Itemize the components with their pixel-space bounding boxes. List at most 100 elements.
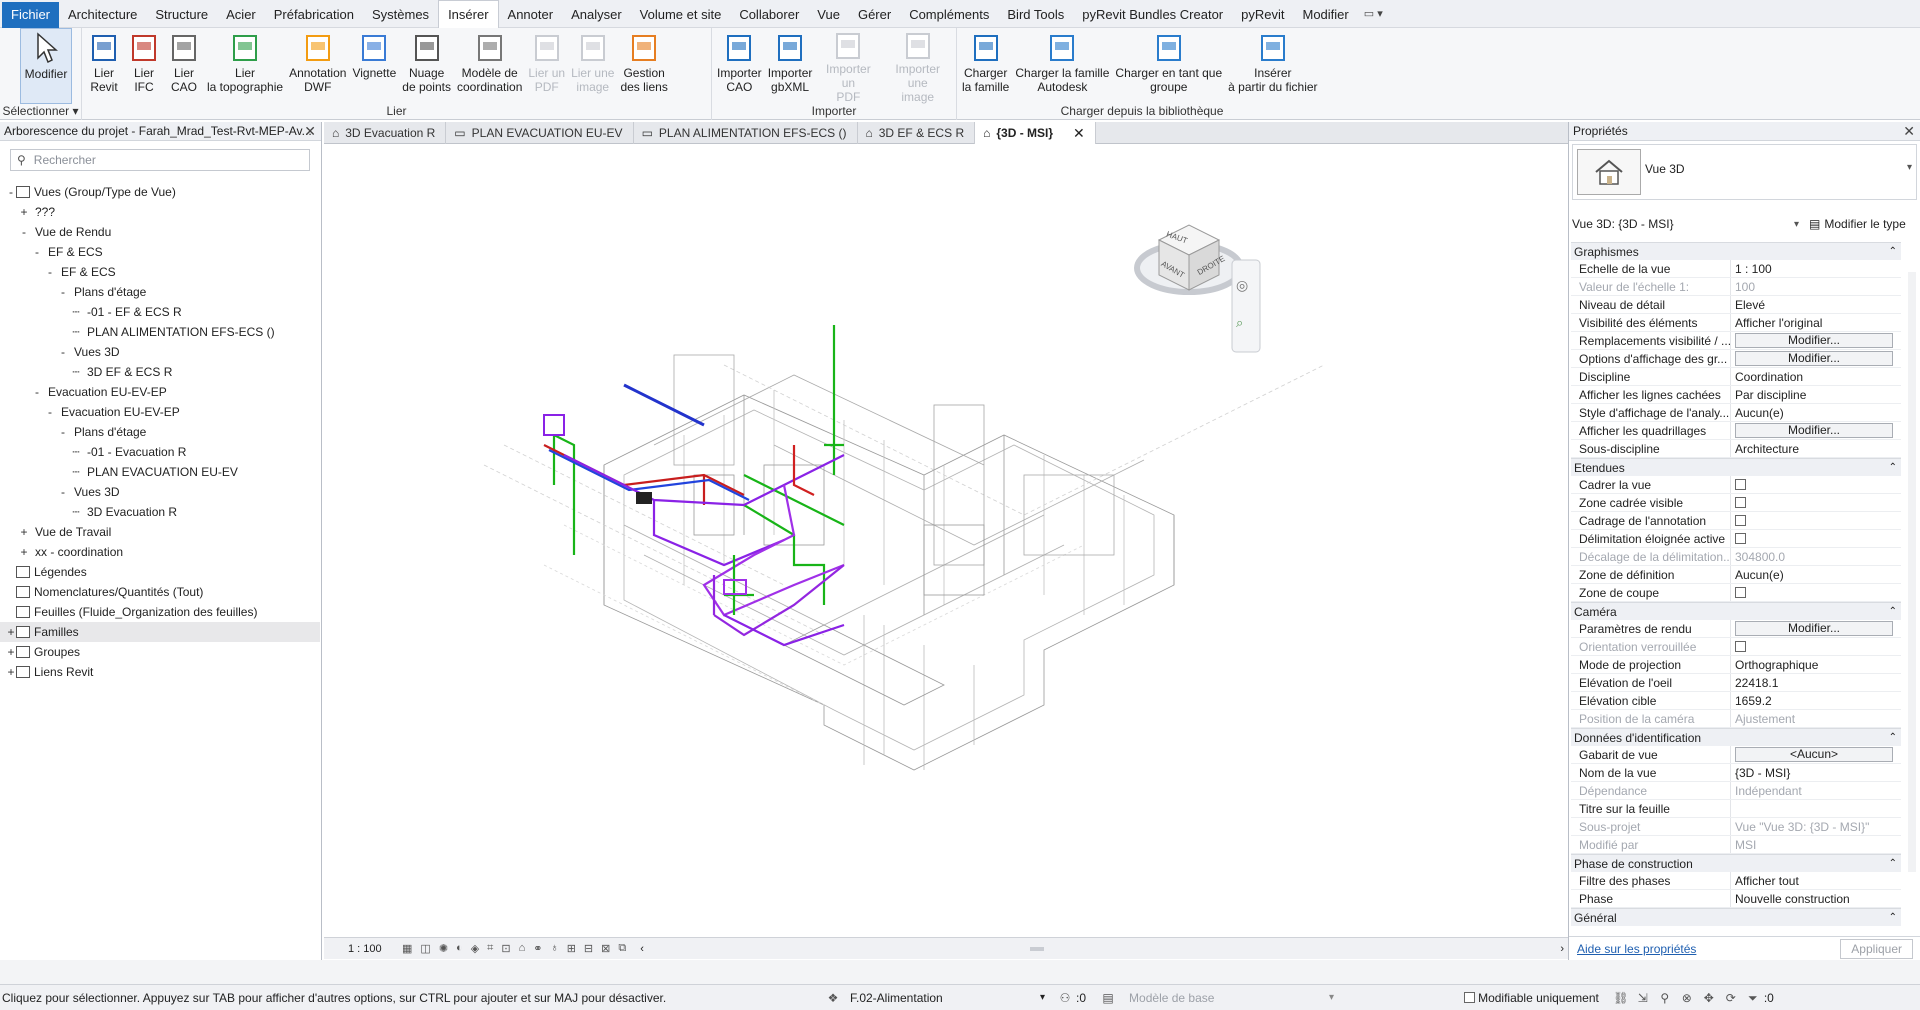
property-group-header[interactable]: Graphismes ⌃: [1571, 242, 1901, 260]
apply-button[interactable]: Appliquer: [1840, 938, 1913, 959]
tree-node[interactable]: ┄ 3D EF & ECS R: [0, 362, 320, 382]
reveal-hidden-icon[interactable]: ♁: [550, 942, 558, 955]
collapse-icon[interactable]: ⌃: [1889, 603, 1897, 621]
property-checkbox[interactable]: [1735, 533, 1746, 544]
properties-help-link[interactable]: Aide sur les propriétés: [1577, 942, 1696, 956]
collapse-icon[interactable]: -: [45, 262, 55, 282]
collapse-icon[interactable]: ⌃: [1889, 459, 1897, 477]
type-selector[interactable]: Vue 3D ▾: [1572, 144, 1917, 200]
menu-item-10[interactable]: Collaborer: [730, 2, 808, 28]
property-checkbox[interactable]: [1735, 497, 1746, 508]
show-crop-icon[interactable]: ⊡: [501, 942, 510, 955]
property-value[interactable]: Orthographique: [1731, 656, 1901, 673]
ribbon-toggle-control[interactable]: ▭ ▾: [1358, 7, 1389, 20]
insert-from-file-button[interactable]: Insérer à partir du fichier: [1225, 28, 1320, 104]
pdf-button[interactable]: Lier un PDF: [525, 28, 568, 104]
tree-node[interactable]: ┄ PLAN EVACUATION EU-EV: [0, 462, 320, 482]
edit-type-button[interactable]: Modifier le type: [1824, 217, 1905, 231]
collapse-icon[interactable]: -: [58, 422, 68, 442]
worksharing-display-icon[interactable]: ⊞: [567, 942, 576, 955]
tree-node[interactable]: + Liens Revit: [0, 662, 320, 682]
menu-item-4[interactable]: Préfabrication: [265, 2, 363, 28]
menu-item-17[interactable]: Modifier: [1294, 2, 1358, 28]
property-value[interactable]: 1659.2: [1731, 692, 1901, 709]
cad-button[interactable]: Lier CAO: [164, 28, 204, 104]
coordination-model-button[interactable]: Modèle de coordination: [454, 28, 525, 104]
instance-selector[interactable]: Vue 3D: {3D - MSI} ▾ ▤ Modifier le type: [1572, 214, 1917, 234]
properties-scrollbar[interactable]: [1908, 272, 1916, 872]
render-icon[interactable]: ◈: [471, 942, 479, 955]
tree-node[interactable]: - Evacuation EU-EV-EP: [0, 402, 320, 422]
tree-node[interactable]: - Plans d'étage: [0, 422, 320, 442]
design-option-selector[interactable]: Modèle de base: [1129, 991, 1329, 1005]
view-tab[interactable]: ⌂ 3D Evacuation R: [324, 122, 447, 144]
collapse-icon[interactable]: ⌃: [1889, 243, 1897, 261]
unlocked-3d-icon[interactable]: ⌂: [519, 942, 526, 955]
expand-icon[interactable]: +: [6, 622, 16, 642]
topography-button[interactable]: Lier la topographie: [204, 28, 286, 104]
crop-view-icon[interactable]: ⌗: [487, 942, 493, 955]
constraints-icon[interactable]: ⧉: [618, 942, 626, 955]
import-gbxml-button[interactable]: Importer gbXML: [765, 28, 816, 104]
menu-item-3[interactable]: Acier: [217, 2, 265, 28]
property-edit-button[interactable]: Modifier...: [1735, 423, 1893, 438]
property-edit-button[interactable]: Modifier...: [1735, 351, 1893, 366]
property-checkbox[interactable]: [1735, 479, 1746, 490]
tree-node[interactable]: +???: [0, 202, 320, 222]
tree-node[interactable]: - Vue de Rendu: [0, 222, 320, 242]
select-underlay-icon[interactable]: ⇲: [1635, 991, 1651, 1005]
load-autodesk-family-button[interactable]: Charger la famille Autodesk: [1012, 28, 1112, 104]
ifc-button[interactable]: Lier IFC: [124, 28, 164, 104]
tree-node[interactable]: - Evacuation EU-EV-EP: [0, 382, 320, 402]
property-edit-button[interactable]: <Aucun>: [1735, 747, 1893, 762]
expand-icon[interactable]: +: [6, 642, 16, 662]
property-value[interactable]: {3D - MSI}: [1731, 764, 1901, 781]
tree-node[interactable]: + xx - coordination: [0, 542, 320, 562]
tree-node[interactable]: - Vues 3D: [0, 342, 320, 362]
point-cloud-button[interactable]: Nuage de points: [399, 28, 454, 104]
tree-node[interactable]: - Vues (Group/Type de Vue): [0, 182, 320, 202]
highlight-displacement-icon[interactable]: ⊟: [584, 942, 593, 955]
collapse-icon[interactable]: -: [58, 482, 68, 502]
collapse-icon[interactable]: -: [45, 402, 55, 422]
menu-item-16[interactable]: pyRevit: [1232, 2, 1293, 28]
collapse-icon[interactable]: ⌃: [1889, 729, 1897, 747]
menu-item-2[interactable]: Structure: [146, 2, 217, 28]
tree-node[interactable]: - Vues 3D: [0, 482, 320, 502]
property-value[interactable]: 1 : 100: [1731, 260, 1901, 277]
property-value[interactable]: Afficher l'original: [1731, 314, 1901, 331]
collapse-icon[interactable]: -: [19, 222, 29, 242]
horizontal-scrollbar[interactable]: [650, 945, 1240, 953]
manage-links-button[interactable]: Gestion des liens: [617, 28, 670, 104]
tree-node[interactable]: ┄ PLAN ALIMENTATION EFS-ECS (): [0, 322, 320, 342]
menu-item-8[interactable]: Analyser: [562, 2, 631, 28]
tree-node[interactable]: - EF & ECS: [0, 262, 320, 282]
zoom-icon[interactable]: ⌕: [1236, 315, 1243, 331]
expand-icon[interactable]: +: [19, 202, 29, 222]
3d-viewport[interactable]: HAUT AVANT DROITE ◎ ⌕: [324, 145, 1570, 937]
visual-style-icon[interactable]: ◫: [420, 942, 430, 955]
property-value[interactable]: [1731, 800, 1901, 817]
collapse-icon[interactable]: ⌃: [1889, 855, 1897, 873]
collapse-icon[interactable]: -: [58, 282, 68, 302]
property-checkbox[interactable]: [1735, 587, 1746, 598]
close-tab-icon[interactable]: ✕: [1073, 123, 1085, 144]
import-pdf-button[interactable]: Importer un PDF: [815, 28, 881, 104]
analytical-model-icon[interactable]: ⊠: [601, 942, 610, 955]
property-group-header[interactable]: Données d'identification ⌃: [1571, 728, 1901, 746]
view-tab[interactable]: ▭ PLAN EVACUATION EU-EV: [446, 122, 634, 144]
menu-item-5[interactable]: Systèmes: [363, 2, 438, 28]
property-value[interactable]: Architecture: [1731, 440, 1901, 457]
drag-elements-icon[interactable]: ✥: [1701, 991, 1717, 1005]
search-input[interactable]: ⚲ Rechercher: [10, 149, 310, 171]
property-edit-button[interactable]: Modifier...: [1735, 333, 1893, 348]
menu-item-0[interactable]: Fichier: [2, 1, 60, 28]
select-panel-label[interactable]: Sélectionner ▾: [0, 104, 81, 118]
property-group-header[interactable]: Etendues ⌃: [1571, 458, 1901, 476]
filter-icon[interactable]: ⏷: [1745, 991, 1761, 1005]
menu-item-15[interactable]: pyRevit Bundles Creator: [1073, 2, 1232, 28]
property-group-header[interactable]: Phase de construction ⌃: [1571, 854, 1901, 872]
close-icon[interactable]: ✕: [304, 123, 316, 140]
temporary-hide-icon[interactable]: ⚭: [533, 942, 542, 955]
background-process-icon[interactable]: ⟳: [1723, 991, 1739, 1005]
